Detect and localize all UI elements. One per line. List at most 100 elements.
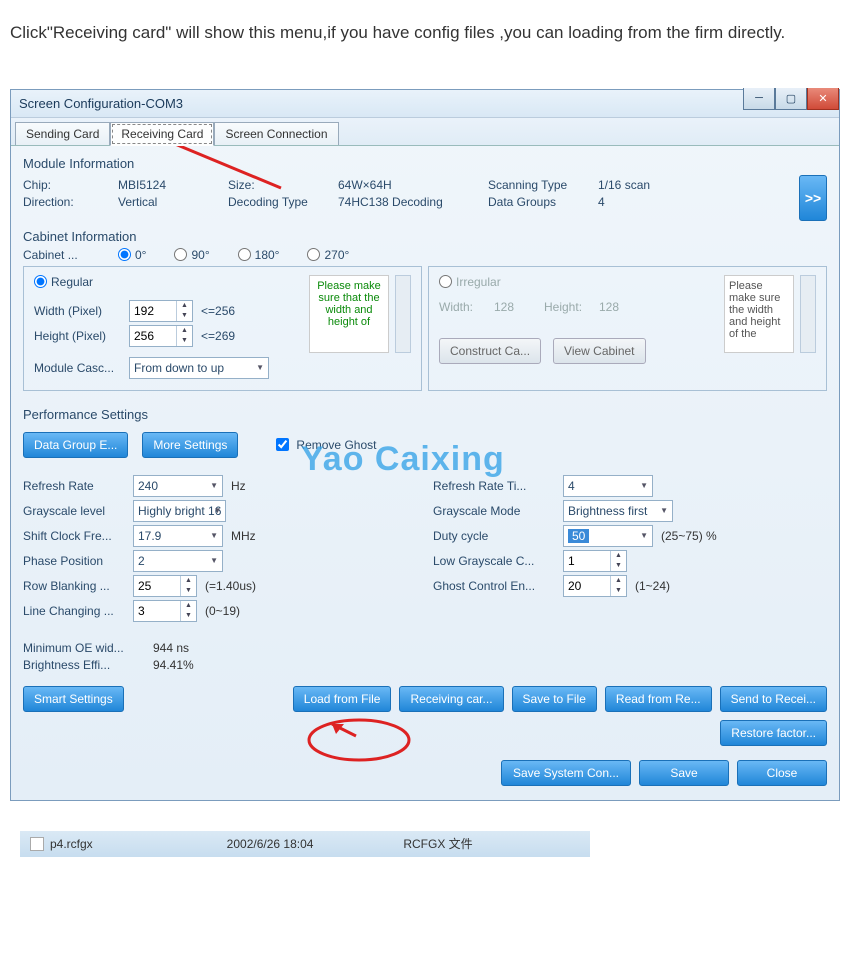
width-hint: <=256 bbox=[201, 304, 235, 318]
size-label: Size: bbox=[228, 178, 338, 192]
minimize-button[interactable]: ─ bbox=[743, 88, 775, 110]
gray-mode-label: Grayscale Mode bbox=[433, 504, 563, 518]
save-to-file-button[interactable]: Save to File bbox=[512, 686, 597, 712]
spin-up-icon[interactable]: ▲ bbox=[177, 301, 192, 311]
shift-select[interactable]: 17.9 bbox=[133, 525, 223, 547]
line-label: Line Changing ... bbox=[23, 604, 133, 618]
height-hint: <=269 bbox=[201, 329, 235, 343]
direction-label: Direction: bbox=[23, 195, 118, 209]
refresh-select[interactable]: 240 bbox=[133, 475, 223, 497]
bright-label: Brightness Effi... bbox=[23, 658, 153, 672]
send-to-receiving-button[interactable]: Send to Recei... bbox=[720, 686, 827, 712]
file-name: p4.rcfgx bbox=[50, 837, 227, 851]
duty-select[interactable]: 50 bbox=[563, 525, 653, 547]
oe-label: Minimum OE wid... bbox=[23, 641, 153, 655]
file-icon bbox=[30, 837, 44, 851]
regular-scrollbar[interactable] bbox=[395, 275, 411, 353]
irregular-scrollbar[interactable] bbox=[800, 275, 816, 353]
direction-value: Vertical bbox=[118, 195, 228, 209]
read-from-receiving-button[interactable]: Read from Re... bbox=[605, 686, 712, 712]
ghost-label: Ghost Control En... bbox=[433, 579, 563, 593]
save-system-config-button[interactable]: Save System Con... bbox=[501, 760, 631, 786]
tab-sending-card[interactable]: Sending Card bbox=[15, 122, 110, 145]
width-spinner[interactable]: ▲▼ bbox=[129, 300, 193, 322]
restore-factory-button[interactable]: Restore factor... bbox=[720, 720, 827, 746]
spin-down-icon[interactable]: ▼ bbox=[611, 561, 626, 571]
groups-label: Data Groups bbox=[488, 195, 598, 209]
rotate-0-radio[interactable]: 0° bbox=[118, 248, 146, 262]
gray-select[interactable]: Highly bright 16 bbox=[133, 500, 226, 522]
regular-hint-box: Please make sure that the width and heig… bbox=[309, 275, 389, 353]
scan-value: 1/16 scan bbox=[598, 178, 708, 192]
receiving-card-button[interactable]: Receiving car... bbox=[399, 686, 503, 712]
width-label: Width (Pixel) bbox=[34, 304, 129, 318]
height-label: Height (Pixel) bbox=[34, 329, 129, 343]
lowg-spinner[interactable]: ▲▼ bbox=[563, 550, 627, 572]
phase-select[interactable]: 2 bbox=[133, 550, 223, 572]
close-button[interactable]: Close bbox=[737, 760, 827, 786]
cabinet-rotate-label: Cabinet ... bbox=[23, 248, 118, 262]
height-spinner[interactable]: ▲▼ bbox=[129, 325, 193, 347]
regular-panel: Regular Width (Pixel) ▲▼ <=256 Height (P… bbox=[23, 266, 422, 391]
data-group-button[interactable]: Data Group E... bbox=[23, 432, 128, 458]
irregular-radio[interactable]: Irregular bbox=[439, 275, 501, 289]
spin-down-icon[interactable]: ▼ bbox=[177, 336, 192, 346]
line-unit: (0~19) bbox=[205, 604, 240, 618]
irr-height-value: 128 bbox=[599, 300, 619, 314]
construct-cabinet-button[interactable]: Construct Ca... bbox=[439, 338, 541, 364]
load-from-file-button[interactable]: Load from File bbox=[293, 686, 392, 712]
ghost-spinner[interactable]: ▲▼ bbox=[563, 575, 627, 597]
chip-label: Chip: bbox=[23, 178, 118, 192]
rowb-spinner[interactable]: ▲▼ bbox=[133, 575, 197, 597]
duty-unit: (25~75) % bbox=[661, 529, 717, 543]
shift-unit: MHz bbox=[231, 529, 256, 543]
tab-receiving-card[interactable]: Receiving Card bbox=[110, 122, 214, 146]
refresh-ti-select[interactable]: 4 bbox=[563, 475, 653, 497]
regular-radio[interactable]: Regular bbox=[34, 275, 93, 289]
irr-height-label: Height: bbox=[544, 300, 599, 314]
irregular-hint-box: Please make sure the width and height of… bbox=[724, 275, 794, 353]
titlebar: Screen Configuration-COM3 ─ ▢ ✕ bbox=[11, 90, 839, 118]
refresh-label: Refresh Rate bbox=[23, 479, 133, 493]
bright-value: 94.41% bbox=[153, 658, 194, 672]
maximize-button[interactable]: ▢ bbox=[775, 88, 807, 110]
refresh-ti-label: Refresh Rate Ti... bbox=[433, 479, 563, 493]
remove-ghost-checkbox[interactable]: Remove Ghost bbox=[272, 435, 376, 454]
scan-label: Scanning Type bbox=[488, 178, 598, 192]
tab-bar: Sending Card Receiving Card Screen Conne… bbox=[11, 118, 839, 146]
tab-screen-connection[interactable]: Screen Connection bbox=[214, 122, 338, 145]
shift-label: Shift Clock Fre... bbox=[23, 529, 133, 543]
view-cabinet-button[interactable]: View Cabinet bbox=[553, 338, 646, 364]
gray-mode-select[interactable]: Brightness first bbox=[563, 500, 673, 522]
spin-up-icon[interactable]: ▲ bbox=[611, 551, 626, 561]
config-window: Screen Configuration-COM3 ─ ▢ ✕ Sending … bbox=[10, 89, 840, 801]
line-spinner[interactable]: ▲▼ bbox=[133, 600, 197, 622]
oe-value: 944 ns bbox=[153, 641, 189, 655]
spin-down-icon[interactable]: ▼ bbox=[181, 611, 196, 621]
rotate-180-radio[interactable]: 180° bbox=[238, 248, 280, 262]
expand-button[interactable]: >> bbox=[799, 175, 827, 221]
window-title: Screen Configuration-COM3 bbox=[19, 96, 183, 111]
spin-down-icon[interactable]: ▼ bbox=[177, 311, 192, 321]
cabinet-info-header: Cabinet Information bbox=[23, 229, 827, 244]
spin-down-icon[interactable]: ▼ bbox=[181, 586, 196, 596]
save-button[interactable]: Save bbox=[639, 760, 729, 786]
lowg-label: Low Grayscale C... bbox=[433, 554, 563, 568]
file-list-row[interactable]: p4.rcfgx 2002/6/26 18:04 RCFGX 文件 bbox=[20, 831, 590, 857]
decode-label: Decoding Type bbox=[228, 195, 338, 209]
smart-settings-button[interactable]: Smart Settings bbox=[23, 686, 124, 712]
spin-up-icon[interactable]: ▲ bbox=[181, 576, 196, 586]
spin-down-icon[interactable]: ▼ bbox=[611, 586, 626, 596]
file-type: RCFGX 文件 bbox=[403, 835, 580, 852]
irregular-panel: Irregular Width: 128 Height: 128 Constru… bbox=[428, 266, 827, 391]
more-settings-button[interactable]: More Settings bbox=[142, 432, 238, 458]
groups-value: 4 bbox=[598, 195, 708, 209]
rotate-270-radio[interactable]: 270° bbox=[307, 248, 349, 262]
spin-up-icon[interactable]: ▲ bbox=[177, 326, 192, 336]
spin-up-icon[interactable]: ▲ bbox=[611, 576, 626, 586]
close-window-button[interactable]: ✕ bbox=[807, 88, 839, 110]
rotate-90-radio[interactable]: 90° bbox=[174, 248, 209, 262]
irr-width-label: Width: bbox=[439, 300, 494, 314]
cascade-select[interactable]: From down to up bbox=[129, 357, 269, 379]
spin-up-icon[interactable]: ▲ bbox=[181, 601, 196, 611]
